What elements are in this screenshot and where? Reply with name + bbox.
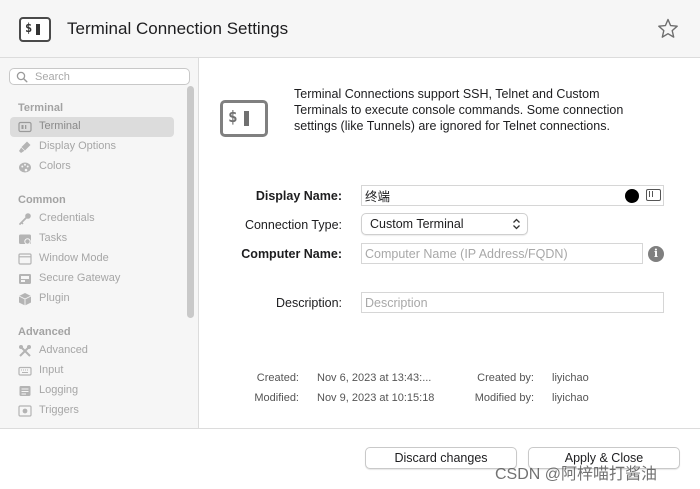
section-title-common: Common (18, 194, 66, 206)
main-panel: $ Terminal Connections support SSH, Teln… (200, 58, 700, 428)
computer-name-field[interactable] (361, 243, 643, 264)
sidebar-item-label: Advanced (39, 344, 88, 356)
gateway-icon (19, 274, 31, 284)
sidebar-item-label: Colors (39, 160, 71, 172)
tools-icon (19, 345, 31, 357)
connection-type-select[interactable]: Custom Terminal (361, 213, 528, 235)
star-icon[interactable] (656, 17, 680, 41)
search-icon (16, 71, 28, 83)
sidebar-item-plugin[interactable]: Plugin (10, 289, 174, 309)
display-name-field[interactable] (361, 185, 664, 206)
created-value: Nov 6, 2023 at 13:43:... (317, 372, 432, 384)
color-swatch[interactable] (625, 189, 639, 203)
created-by-label: Created by: (477, 372, 534, 384)
search-box[interactable] (9, 68, 190, 85)
sidebar-item-window-mode[interactable]: Window Mode (10, 249, 174, 269)
created-label: Created: (256, 372, 299, 384)
connection-type-label: Connection Type: (244, 218, 342, 232)
sidebar-item-label: Secure Gateway (39, 272, 121, 284)
trigger-icon (18, 405, 32, 417)
description-field[interactable] (361, 292, 664, 313)
computer-name-label: Computer Name: (241, 247, 342, 261)
page-title: Terminal Connection Settings (67, 19, 289, 38)
log-icon (19, 386, 31, 396)
connection-description: Terminal Connections support SSH, Telnet… (294, 87, 624, 133)
key-icon (19, 213, 31, 225)
sidebar-item-display-options[interactable]: Display Options (10, 137, 174, 157)
sidebar-item-advanced[interactable]: Advanced (10, 341, 174, 361)
info-icon[interactable]: i (648, 246, 664, 262)
sidebar-item-label: Display Options (39, 140, 117, 152)
sidebar-item-triggers[interactable]: Triggers (10, 401, 174, 421)
terminal-icon: $ (220, 100, 268, 137)
sidebar-item-label: Plugin (39, 292, 70, 304)
sidebar: Terminal Terminal Display Options Colors… (0, 58, 199, 428)
sidebar-item-label: Window Mode (39, 252, 109, 264)
section-title-advanced: Advanced (18, 326, 71, 338)
modified-value: Nov 9, 2023 at 10:15:18 (317, 392, 435, 404)
terminal-icon (18, 121, 32, 133)
sidebar-item-label: Credentials (39, 212, 95, 224)
window-icon (18, 253, 32, 265)
plugin-icon (18, 293, 32, 306)
modified-by-value: liyichao (552, 392, 589, 404)
terminal-icon[interactable] (646, 189, 661, 201)
sidebar-item-credentials[interactable]: Credentials (10, 209, 174, 229)
sidebar-item-label: Triggers (39, 404, 79, 416)
modified-by-label: Modified by: (474, 392, 534, 404)
sidebar-item-input[interactable]: Input (10, 361, 174, 381)
display-name-input[interactable] (365, 188, 615, 203)
sidebar-item-label: Logging (39, 384, 79, 396)
created-by-value: liyichao (552, 372, 589, 384)
terminal-icon: $ (19, 17, 51, 42)
palette-icon (19, 162, 31, 173)
sidebar-item-secure-gateway[interactable]: Secure Gateway (10, 269, 174, 289)
sidebar-scrollbar[interactable] (187, 86, 194, 318)
tasks-icon (19, 234, 31, 245)
description-input[interactable] (365, 295, 660, 310)
display-name-label: Display Name: (255, 189, 342, 203)
sidebar-item-tasks[interactable]: Tasks (10, 229, 174, 249)
brush-icon (19, 141, 31, 153)
sidebar-item-terminal[interactable]: Terminal (10, 117, 174, 137)
sidebar-item-label: Input (39, 364, 64, 376)
keyboard-icon (18, 366, 32, 376)
sidebar-item-logging[interactable]: Logging (10, 381, 174, 401)
search-input[interactable] (35, 69, 185, 84)
sidebar-item-colors[interactable]: Colors (10, 157, 174, 177)
modified-label: Modified: (254, 392, 299, 404)
sidebar-item-label: Terminal (39, 120, 81, 132)
sidebar-item-label: Tasks (39, 232, 68, 244)
computer-name-input[interactable] (365, 246, 620, 261)
description-label: Description: (276, 296, 342, 310)
chevron-updown-icon (513, 218, 520, 230)
section-title-terminal: Terminal (18, 102, 64, 114)
watermark: CSDN @阿梓喵打酱油 (495, 466, 658, 483)
window-header: $ Terminal Connection Settings (0, 0, 700, 58)
